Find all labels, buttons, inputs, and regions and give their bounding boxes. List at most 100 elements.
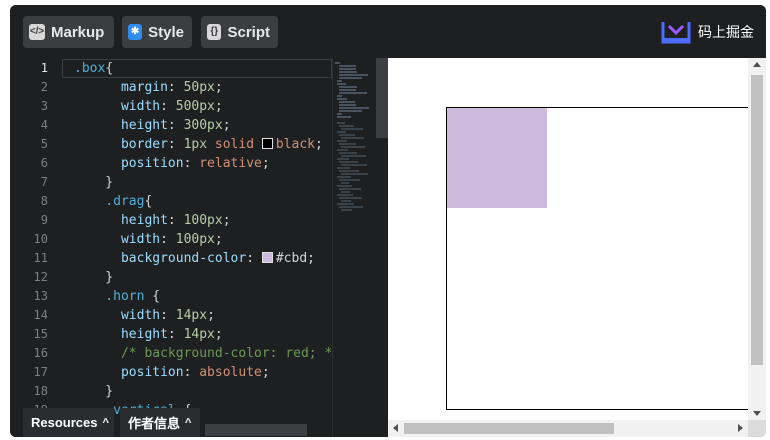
code-token: { — [144, 289, 161, 304]
minimap-line — [337, 116, 351, 118]
preview-horizontal-scrollbar[interactable] — [388, 420, 748, 437]
minimap-line — [339, 74, 368, 76]
color-swatch-icon[interactable] — [261, 252, 273, 263]
scroll-down-arrow-icon[interactable] — [753, 411, 761, 416]
line-number: 18 — [33, 384, 48, 398]
minimap-line — [341, 128, 363, 130]
editor-scroll-thumb[interactable] — [376, 58, 388, 138]
code-line: background-color: #cbd; — [74, 249, 315, 268]
line-number: 5 — [40, 137, 48, 151]
line-number: 2 — [40, 80, 48, 94]
minimap-line — [337, 113, 342, 115]
code-token: : — [246, 251, 262, 266]
code-token: height — [74, 327, 168, 342]
chevron-up-icon: ^ — [185, 416, 192, 429]
code-token: : — [167, 213, 184, 228]
code-token: 500px — [175, 99, 215, 114]
code-token: height — [74, 213, 168, 228]
line-number: 9 — [40, 213, 48, 227]
code-token: background-color — [74, 251, 247, 266]
code-token: position — [74, 365, 184, 380]
code-line: } — [74, 173, 113, 192]
line-number: 6 — [40, 156, 48, 170]
preview-hscroll-thumb[interactable] — [404, 423, 614, 434]
tab-markup[interactable]: </> Markup — [23, 16, 114, 48]
minimap-line — [339, 143, 356, 145]
code-token: 1px — [183, 137, 208, 152]
code-line: width: 14px; — [74, 306, 215, 325]
chevron-up-icon: ^ — [102, 416, 109, 429]
preview-drag-square[interactable] — [447, 108, 547, 208]
resources-button[interactable]: Resources ^ — [23, 408, 114, 437]
code-token: : — [167, 118, 184, 133]
code-token: relative — [199, 156, 262, 171]
tab-script-label: Script — [227, 23, 270, 41]
scroll-left-arrow-icon[interactable] — [393, 424, 398, 432]
minimap-line — [335, 62, 340, 64]
code-line: } — [74, 268, 113, 287]
code-line: .box{ — [74, 59, 113, 78]
tab-script[interactable]: {} Script — [201, 16, 278, 48]
top-toolbar: </> Markup ✱ Style {} Script 码上掘金 — [10, 5, 766, 58]
code-token: ; — [222, 213, 231, 228]
minimap-line — [339, 92, 367, 94]
code-line: /* background-color: red; */ — [74, 344, 332, 363]
code-token: .drag — [74, 194, 145, 209]
line-number-gutter: 12345678910111213141516171819 — [10, 58, 62, 437]
minimap-line — [339, 197, 362, 199]
minimap-line — [339, 125, 354, 127]
tab-style[interactable]: ✱ Style — [122, 16, 192, 48]
code-line: width: 500px; — [74, 97, 223, 116]
code-token: ; — [307, 251, 315, 266]
minimap-line — [337, 98, 347, 100]
minimap-line — [341, 146, 365, 148]
brand-link[interactable]: 码上掘金 — [660, 18, 754, 46]
minimap-line — [337, 80, 342, 82]
minimap-line — [341, 137, 364, 139]
minimap-line — [339, 65, 356, 67]
line-number: 10 — [33, 232, 48, 246]
scroll-up-arrow-icon[interactable] — [753, 62, 761, 67]
code-token: .horn — [74, 289, 145, 304]
line-number: 7 — [40, 175, 48, 189]
code-token: } — [74, 175, 114, 190]
color-swatch-icon[interactable] — [261, 138, 273, 149]
code-token: width — [74, 99, 161, 114]
minimap-line — [339, 71, 357, 73]
line-number: 13 — [33, 289, 48, 303]
minimap-line — [337, 194, 353, 196]
scroll-right-arrow-icon[interactable] — [738, 424, 743, 432]
line-number: 11 — [33, 251, 48, 265]
css-editor[interactable]: 12345678910111213141516171819 .box{ marg… — [10, 58, 388, 437]
minimap-line — [339, 179, 360, 181]
preview-vertical-scrollbar[interactable] — [748, 58, 766, 420]
code-token: ; — [214, 99, 223, 114]
editor-vertical-scrollbar[interactable] — [376, 58, 388, 437]
code-token: 14px — [183, 327, 215, 342]
code-token: ; — [214, 232, 223, 247]
minimap-line — [337, 122, 345, 124]
minimap-line — [339, 206, 363, 208]
code-line: width: 100px; — [74, 230, 223, 249]
code-line: height: 300px; — [74, 116, 231, 135]
minimap-line — [341, 155, 366, 157]
code-token: #cbd — [275, 251, 308, 266]
minimap-line — [337, 185, 352, 187]
editor-horizontal-scrollbar[interactable] — [205, 424, 307, 436]
brand-name: 码上掘金 — [698, 24, 754, 40]
minimap-line — [341, 191, 350, 193]
minimap-line — [339, 101, 355, 103]
code-token: absolute — [199, 365, 262, 380]
code-line: } — [74, 382, 113, 401]
braces-icon: {} — [207, 24, 222, 40]
code-token: } — [74, 270, 114, 285]
asterisk-icon: ✱ — [128, 24, 143, 40]
code-token: : — [160, 99, 176, 114]
minimap[interactable] — [332, 58, 376, 437]
preview-pane[interactable] — [388, 58, 766, 437]
code-area[interactable]: .box{ margin: 50px; width: 500px; height… — [62, 58, 332, 437]
minimap-line — [341, 164, 367, 166]
minimap-line — [339, 170, 359, 172]
author-info-button[interactable]: 作者信息 ^ — [120, 408, 200, 437]
preview-vscroll-thumb[interactable] — [751, 75, 763, 365]
